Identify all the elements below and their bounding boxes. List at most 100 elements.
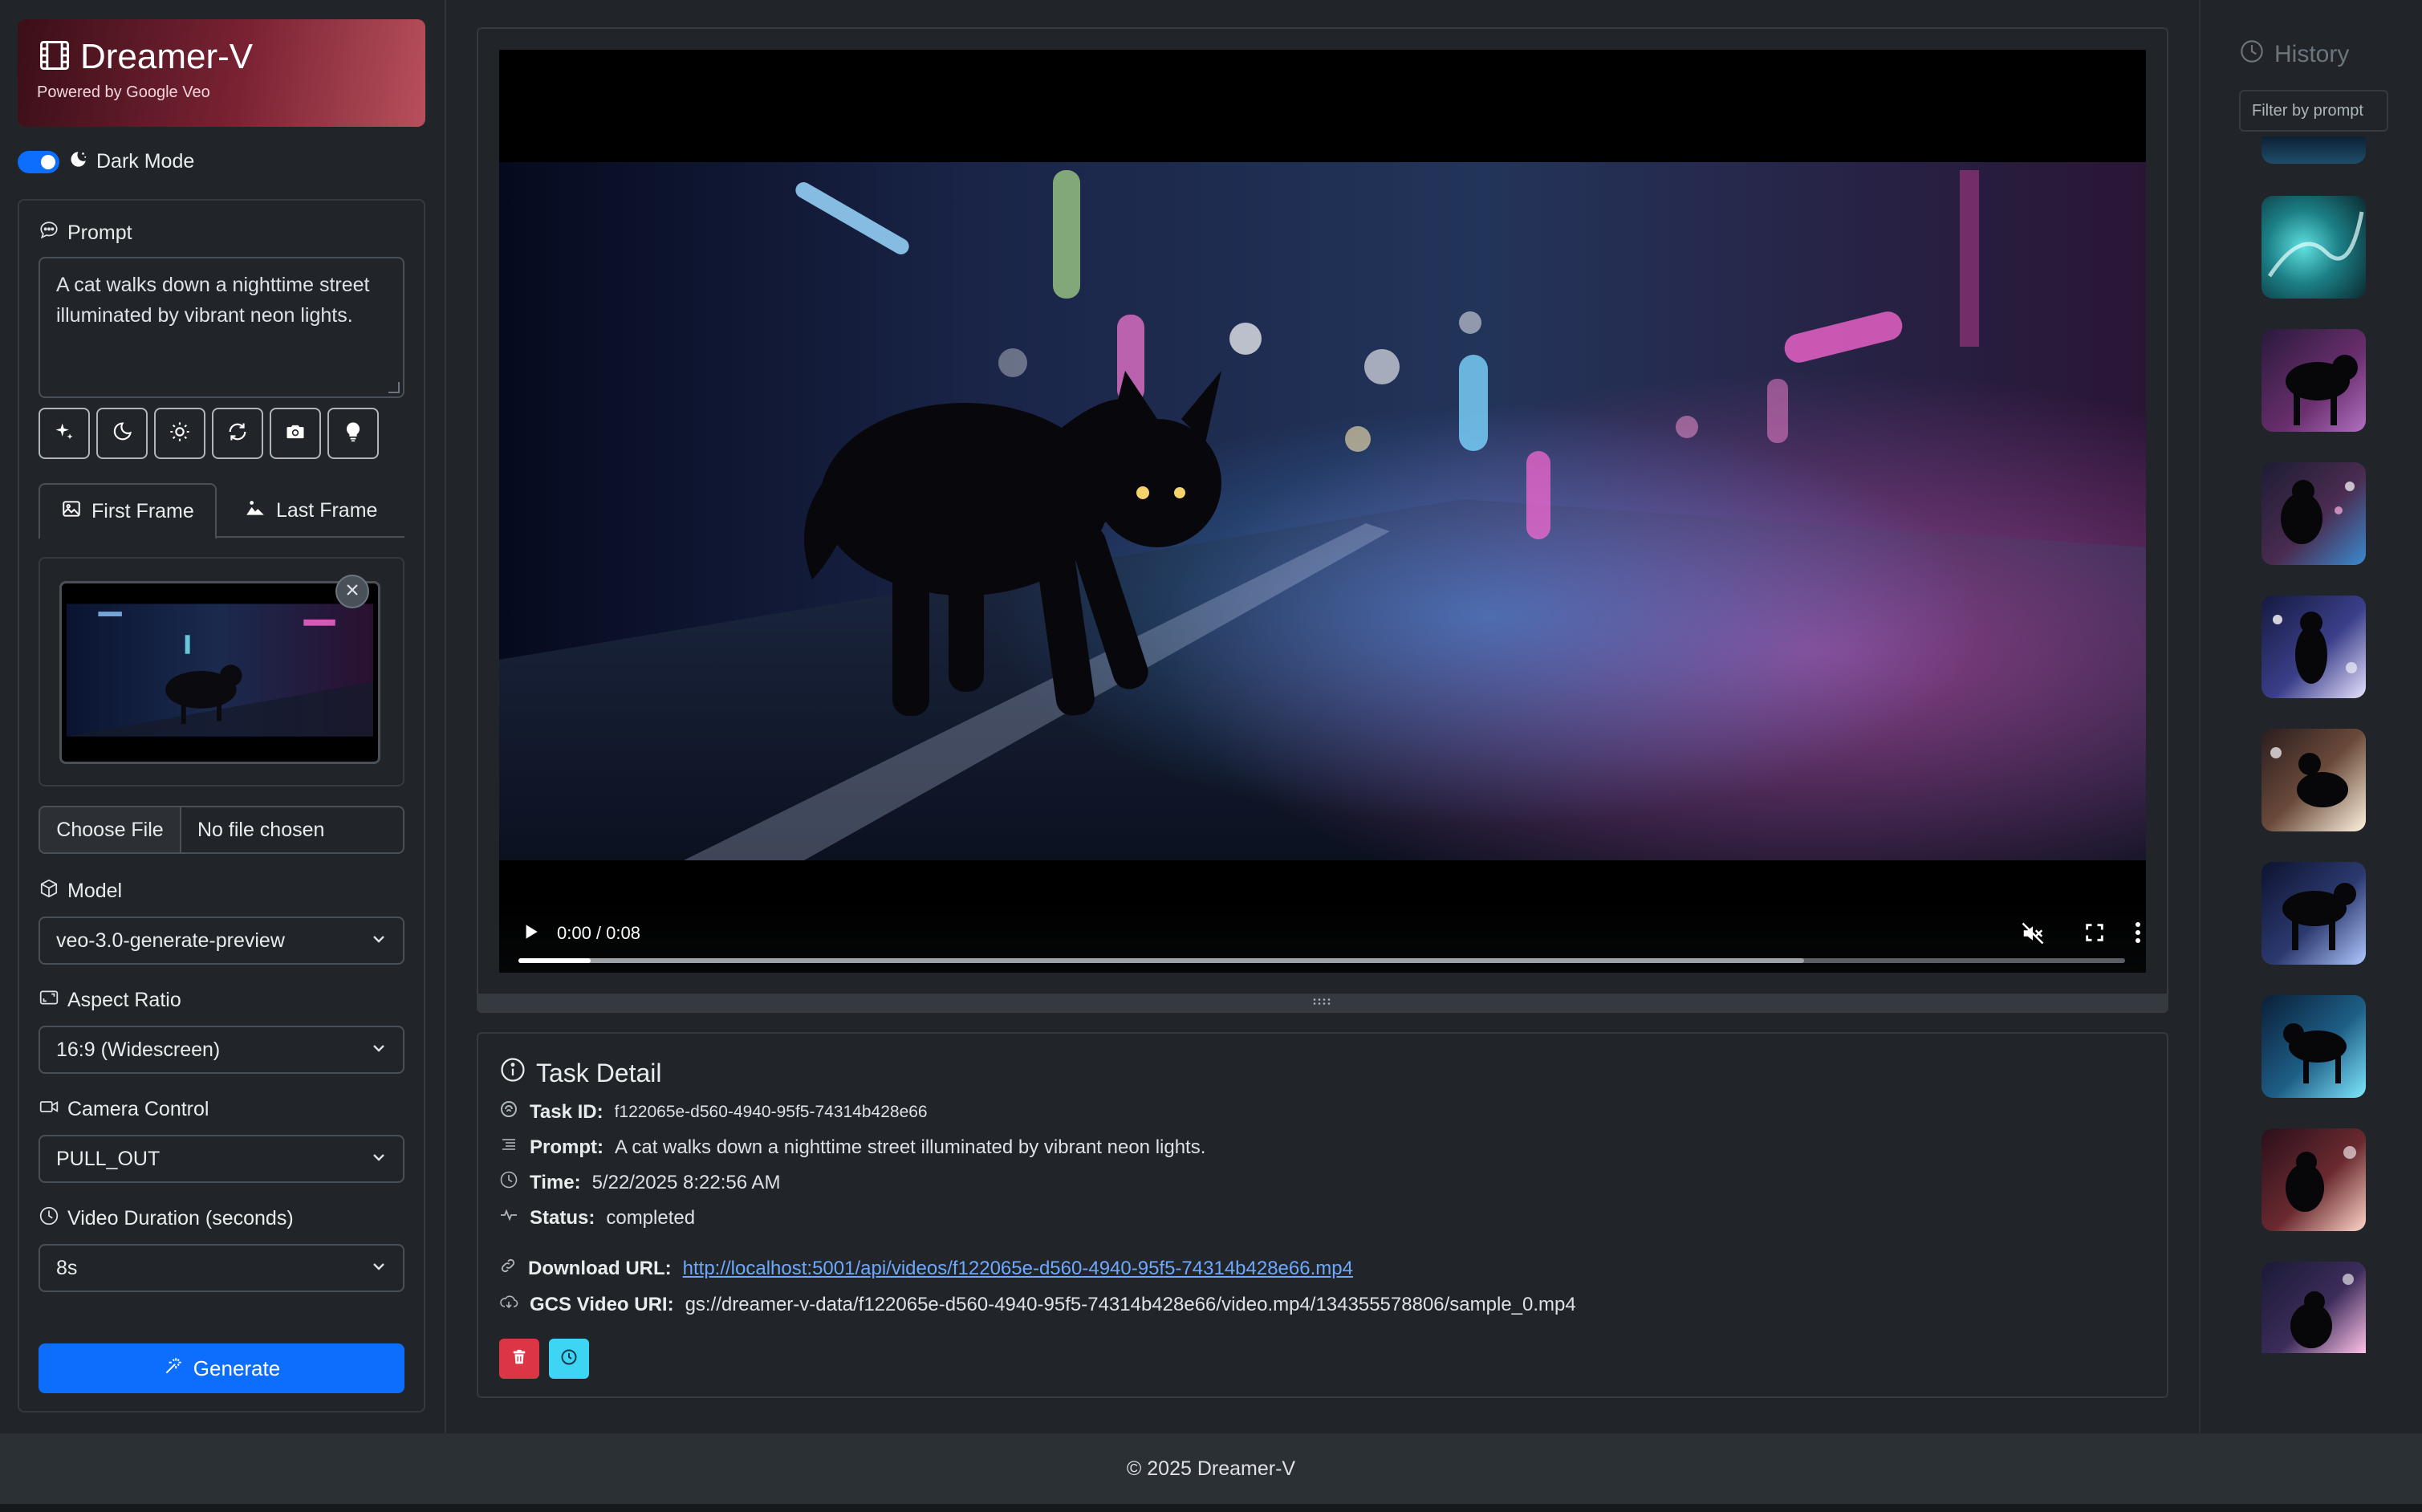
chevron-down-icon xyxy=(371,1038,387,1062)
history-filter-input[interactable]: Filter by prompt xyxy=(2239,90,2388,132)
lightbulb-button[interactable] xyxy=(327,408,379,459)
camera-button[interactable] xyxy=(270,408,321,459)
history-header: History xyxy=(2239,39,2349,71)
first-frame-preview xyxy=(39,557,404,786)
history-title: History xyxy=(2274,41,2350,67)
task-download-row: Download URL: http://localhost:5001/api/… xyxy=(499,1257,1353,1280)
history-thumbnail[interactable] xyxy=(2261,595,2366,698)
history-thumbnail[interactable] xyxy=(2261,329,2366,432)
history-thumbnail[interactable] xyxy=(2261,862,2366,965)
tab-first-frame[interactable]: First Frame xyxy=(39,483,217,539)
refresh-button[interactable] xyxy=(212,408,263,459)
clock-history-icon xyxy=(2239,39,2265,71)
dark-mode-switch[interactable]: Dark Mode xyxy=(18,149,194,174)
history-thumbnail[interactable] xyxy=(2261,462,2366,565)
delete-task-button[interactable] xyxy=(499,1339,539,1379)
video-player[interactable]: 0:00 / 0:08 xyxy=(499,50,2146,973)
text-lines-icon xyxy=(499,1135,518,1160)
night-button[interactable] xyxy=(96,408,148,459)
resize-grip[interactable] xyxy=(388,382,400,393)
model-label: Model xyxy=(67,880,123,902)
frame-file-input[interactable]: Choose File No file chosen xyxy=(39,806,404,854)
app-root: Dreamer-V Powered by Google Veo Dark Mod… xyxy=(0,0,2422,1433)
task-detail-header: Task Detail xyxy=(499,1056,662,1090)
chevron-down-icon xyxy=(371,1257,387,1280)
duration-label: Video Duration (seconds) xyxy=(67,1207,294,1230)
app-title: Dreamer-V xyxy=(80,37,254,76)
model-value: veo-3.0-generate-preview xyxy=(56,929,285,952)
day-button[interactable] xyxy=(154,408,205,459)
copyright-text: © 2025 Dreamer-V xyxy=(1126,1457,1296,1480)
aspect-ratio-label: Aspect Ratio xyxy=(67,989,181,1011)
brand-banner: Dreamer-V Powered by Google Veo xyxy=(18,19,425,127)
aspect-ratio-label-row: Aspect Ratio xyxy=(39,987,181,1014)
aspect-ratio-value: 16:9 (Widescreen) xyxy=(56,1038,221,1061)
aspect-ratio-icon xyxy=(39,987,59,1014)
magic-wand-icon xyxy=(163,1356,184,1382)
camera-control-label: Camera Control xyxy=(67,1098,209,1120)
task-detail-card: Task Detail Task ID: f122065e-d560-4940-… xyxy=(477,1032,2168,1398)
task-status-row: Status: completed xyxy=(499,1205,695,1230)
lightbulb-icon xyxy=(342,421,364,447)
box-icon xyxy=(39,878,59,904)
grip-horizontal-icon xyxy=(1312,995,1333,1010)
app-subtitle: Powered by Google Veo xyxy=(37,83,210,101)
task-gcs-row: GCS Video URI: gs://dreamer-v-data/f1220… xyxy=(499,1292,1576,1317)
generation-form: Prompt A cat walks down a nighttime stre… xyxy=(18,199,425,1412)
close-icon xyxy=(345,583,360,601)
clock-history-icon xyxy=(559,1347,579,1371)
task-id-label: Task ID: xyxy=(530,1100,603,1123)
remove-frame-button[interactable] xyxy=(335,575,369,608)
task-prompt-value: A cat walks down a nighttime street illu… xyxy=(615,1136,1206,1158)
history-thumbnail[interactable] xyxy=(2261,1262,2366,1353)
task-gcs-label: GCS Video URI: xyxy=(530,1293,674,1315)
model-select[interactable]: veo-3.0-generate-preview xyxy=(39,917,404,965)
history-panel: History Filter by prompt xyxy=(2199,0,2422,1433)
task-status-label: Status: xyxy=(530,1206,595,1229)
video-played-bar xyxy=(518,958,591,963)
history-thumbnail[interactable] xyxy=(2261,196,2366,299)
video-progress-bar[interactable] xyxy=(518,958,2125,963)
history-thumbnail[interactable] xyxy=(2261,136,2366,164)
history-filter-placeholder: Filter by prompt xyxy=(2252,101,2363,120)
prompt-text: A cat walks down a nighttime street illu… xyxy=(56,274,370,327)
trash-icon xyxy=(510,1348,528,1370)
chat-dots-icon xyxy=(39,220,59,246)
task-prompt-label: Prompt: xyxy=(530,1136,603,1158)
duration-label-row: Video Duration (seconds) xyxy=(39,1205,294,1232)
tab-last-frame[interactable]: Last Frame xyxy=(223,483,398,538)
player-resize-handle[interactable] xyxy=(478,994,2167,1011)
video-controls: 0:00 / 0:08 xyxy=(499,899,2146,973)
footer: © 2025 Dreamer-V xyxy=(0,1433,2422,1504)
frame-tabs: First Frame Last Frame xyxy=(39,483,404,539)
video-player-card: 0:00 / 0:08 xyxy=(477,27,2168,1013)
more-vertical-icon xyxy=(2135,922,2141,949)
sparkles-button[interactable] xyxy=(39,408,90,459)
chevron-down-icon xyxy=(371,1148,387,1171)
more-options-button[interactable] xyxy=(2135,920,2141,949)
sidebar: Dreamer-V Powered by Google Veo Dark Mod… xyxy=(0,0,446,1433)
fullscreen-button[interactable] xyxy=(2083,921,2106,948)
sparkles-icon xyxy=(53,421,75,447)
camera-control-select[interactable]: PULL_OUT xyxy=(39,1135,404,1183)
info-circle-icon xyxy=(499,1056,526,1090)
generate-button[interactable]: Generate xyxy=(39,1343,404,1393)
prompt-textarea[interactable]: A cat walks down a nighttime street illu… xyxy=(39,257,404,398)
play-button[interactable] xyxy=(520,921,541,946)
history-thumbnail[interactable] xyxy=(2261,995,2366,1098)
dark-mode-toggle[interactable] xyxy=(18,150,59,173)
mute-button[interactable] xyxy=(2021,921,2045,949)
clock-icon xyxy=(499,1170,518,1195)
video-frame xyxy=(499,50,2146,899)
task-download-label: Download URL: xyxy=(528,1257,672,1279)
task-prompt-row: Prompt: A cat walks down a nighttime str… xyxy=(499,1135,1205,1160)
choose-file-button[interactable]: Choose File xyxy=(40,807,181,852)
aspect-ratio-select[interactable]: 16:9 (Widescreen) xyxy=(39,1026,404,1074)
download-url-link[interactable]: http://localhost:5001/api/videos/f122065… xyxy=(683,1258,1353,1280)
duration-select[interactable]: 8s xyxy=(39,1244,404,1292)
history-thumbnail[interactable] xyxy=(2261,729,2366,831)
clock-icon xyxy=(39,1205,59,1232)
task-history-button[interactable] xyxy=(549,1339,589,1379)
fingerprint-icon xyxy=(499,1099,518,1124)
history-thumbnail[interactable] xyxy=(2261,1128,2366,1231)
